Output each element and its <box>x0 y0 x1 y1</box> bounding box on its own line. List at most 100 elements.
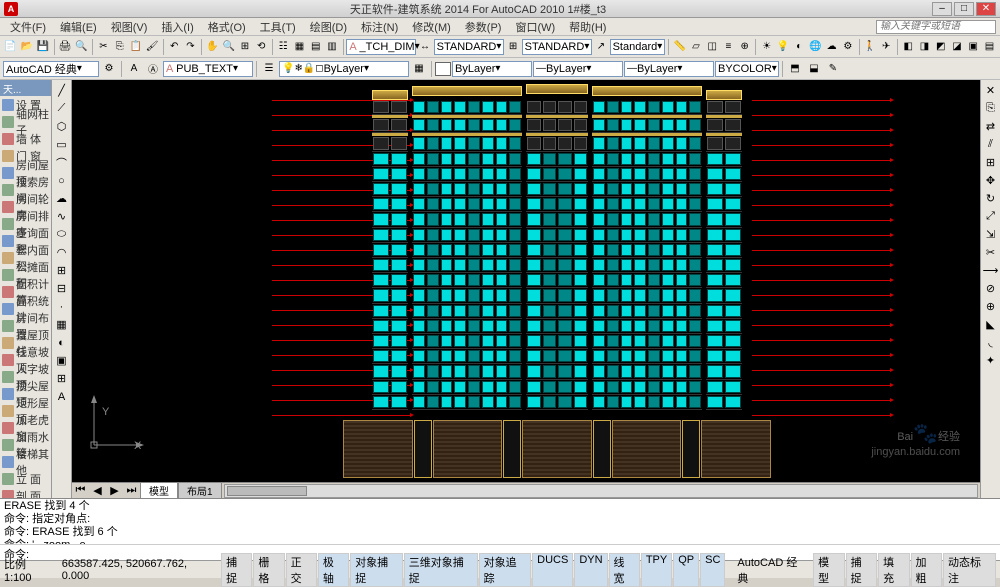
gradient-icon[interactable]: ◐ <box>53 334 70 351</box>
status-toggle-对象捕捉[interactable]: 对象捕捉 <box>350 553 403 587</box>
menu-标注N[interactable]: 标注(N) <box>355 18 404 36</box>
linetype-combo[interactable]: — ByLayer ▾ <box>533 61 623 77</box>
command-history[interactable]: ERASE 找到 4 个 命令: 指定对角点: 命令: ERASE 找到 6 个… <box>0 498 1000 544</box>
status-toggle-三维对象捕捉[interactable]: 三维对象捕捉 <box>404 553 478 587</box>
table-icon[interactable]: ⊞ <box>53 370 70 387</box>
status-workspace[interactable]: AutoCAD 经典 <box>737 554 807 586</box>
point-icon[interactable]: · <box>53 298 70 315</box>
save-icon[interactable]: 💾 <box>35 38 50 56</box>
light-icon[interactable]: 💡 <box>775 38 790 56</box>
plotstyle-combo[interactable]: BYCOLOR ▾ <box>715 61 779 77</box>
pline-icon[interactable]: ⟋ <box>53 100 70 117</box>
workspace-gear-icon[interactable]: ⚙ <box>100 60 118 78</box>
fillet-icon[interactable]: ◟ <box>982 334 999 351</box>
ellipse-arc-icon[interactable]: ◠ <box>53 244 70 261</box>
std-combo-3[interactable]: Standard ▾ <box>610 39 666 55</box>
mleader-icon[interactable]: ↗ <box>593 38 608 56</box>
cut-icon[interactable]: ✂ <box>96 38 111 56</box>
zoom-icon[interactable]: 🔍 <box>221 38 236 56</box>
misc-5-icon[interactable]: ▣ <box>966 38 981 56</box>
status-toggle-线宽[interactable]: 线宽 <box>609 553 640 587</box>
dimstyle-combo[interactable]: A _TCH_DIM ▾ <box>346 39 416 55</box>
hatch-icon[interactable]: ▦ <box>53 316 70 333</box>
polygon-icon[interactable]: ⬡ <box>53 118 70 135</box>
misc-2-icon[interactable]: ◨ <box>917 38 932 56</box>
ts-b-icon[interactable]: Ⓐ <box>144 60 162 78</box>
tab-next-icon[interactable]: ▶ <box>106 482 123 499</box>
tab-first-icon[interactable]: ⏮ <box>72 482 89 499</box>
tab-last-icon[interactable]: ⏭ <box>123 482 140 499</box>
menu-修改M[interactable]: 修改(M) <box>406 18 457 36</box>
design-center-icon[interactable]: ▦ <box>292 38 307 56</box>
sidebar-item-1[interactable]: 轴网柱子 <box>0 113 51 130</box>
layer-tool-icon[interactable]: ▦ <box>410 60 428 78</box>
walk-icon[interactable]: 🚶 <box>862 38 877 56</box>
workspace-combo[interactable]: AutoCAD 经典 ▾ <box>3 61 99 77</box>
make-block-icon[interactable]: ⊟ <box>53 280 70 297</box>
status-toggle-极轴[interactable]: 极轴 <box>318 553 349 587</box>
layer-mgr-icon[interactable]: ☰ <box>260 60 278 78</box>
mirror-icon[interactable]: ⇄ <box>982 118 999 135</box>
mtext-icon[interactable]: A <box>53 388 70 405</box>
plot-preview-icon[interactable]: 🔍 <box>74 38 89 56</box>
lineweight-combo[interactable]: — ByLayer ▾ <box>624 61 714 77</box>
menu-文件F[interactable]: 文件(F) <box>4 18 52 36</box>
menu-窗口W[interactable]: 窗口(W) <box>509 18 561 36</box>
menu-视图V[interactable]: 视图(V) <box>105 18 154 36</box>
sidebar-item-21[interactable]: 楼梯其他 <box>0 453 51 470</box>
mapping-icon[interactable]: 🌐 <box>808 38 823 56</box>
status-toggle-SC[interactable]: SC <box>700 553 725 587</box>
open-icon[interactable]: 📂 <box>19 38 34 56</box>
erase-icon[interactable]: ✕ <box>982 82 999 99</box>
tab-prev-icon[interactable]: ◀ <box>89 482 106 499</box>
color-swatch[interactable] <box>435 62 451 76</box>
color-combo[interactable]: ByLayer ▾ <box>452 61 532 77</box>
std-combo-1[interactable]: STANDARD ▾ <box>434 39 505 55</box>
list-icon[interactable]: ≡ <box>721 38 736 56</box>
status-toggle-DYN[interactable]: DYN <box>574 553 607 587</box>
layout1-tab[interactable]: 布局1 <box>178 482 222 499</box>
misc-4-icon[interactable]: ◪ <box>949 38 964 56</box>
match-icon[interactable]: 🖌 <box>145 38 160 56</box>
copy-icon[interactable]: ⎘ <box>112 38 127 56</box>
explode-icon[interactable]: ✦ <box>982 352 999 369</box>
drawing-canvas[interactable]: Y X Bai🐾经验 jingyan.baidu.com <box>72 80 980 482</box>
area-icon[interactable]: ▱ <box>688 38 703 56</box>
misc-1-icon[interactable]: ◧ <box>901 38 916 56</box>
adv-render-icon[interactable]: ⚙ <box>840 38 855 56</box>
pan-icon[interactable]: ✋ <box>205 38 220 56</box>
distance-icon[interactable]: 📏 <box>672 38 687 56</box>
move-icon[interactable]: ✥ <box>982 172 999 189</box>
status-rbtn-加粗[interactable]: 加粗 <box>911 553 942 587</box>
misc-6-icon[interactable]: ▤ <box>982 38 997 56</box>
material-icon[interactable]: ◐ <box>792 38 807 56</box>
stretch-icon[interactable]: ⇲ <box>982 226 999 243</box>
textstyle-combo[interactable]: A PUB_TEXT ▾ <box>163 61 253 77</box>
menu-工具T[interactable]: 工具(T) <box>254 18 302 36</box>
close-button[interactable]: ✕ <box>976 2 996 16</box>
revcloud-icon[interactable]: ☁ <box>53 190 70 207</box>
minimize-button[interactable]: – <box>932 2 952 16</box>
status-toggle-栅格[interactable]: 栅格 <box>253 553 284 587</box>
ellipse-icon[interactable]: ⬭ <box>53 226 70 243</box>
zoom-window-icon[interactable]: ⊞ <box>237 38 252 56</box>
offset-icon[interactable]: ⫽ <box>982 136 999 153</box>
render-env-icon[interactable]: ☁ <box>824 38 839 56</box>
scale-icon[interactable]: ⤢ <box>982 208 999 225</box>
paste-icon[interactable]: 📋 <box>128 38 143 56</box>
layer-combo[interactable]: 💡❄🔒◻ ByLayer ▾ <box>279 61 409 77</box>
new-icon[interactable]: 📄 <box>3 38 18 56</box>
status-rbtn-填充[interactable]: 填充 <box>878 553 909 587</box>
status-rbtn-动态标注[interactable]: 动态标注 <box>943 553 996 587</box>
menu-绘图D[interactable]: 绘图(D) <box>304 18 353 36</box>
menu-参数P[interactable]: 参数(P) <box>459 18 508 36</box>
region2-icon[interactable]: ▣ <box>53 352 70 369</box>
menu-插入I[interactable]: 插入(I) <box>155 18 199 36</box>
status-toggle-正交[interactable]: 正交 <box>286 553 317 587</box>
dim-icon[interactable]: ↔ <box>417 38 432 56</box>
sheet-set-icon[interactable]: ▥ <box>324 38 339 56</box>
locate-icon[interactable]: ⊕ <box>737 38 752 56</box>
array-icon[interactable]: ⊞ <box>982 154 999 171</box>
status-toggle-QP[interactable]: QP <box>673 553 699 587</box>
extend-icon[interactable]: ⟶ <box>982 262 999 279</box>
